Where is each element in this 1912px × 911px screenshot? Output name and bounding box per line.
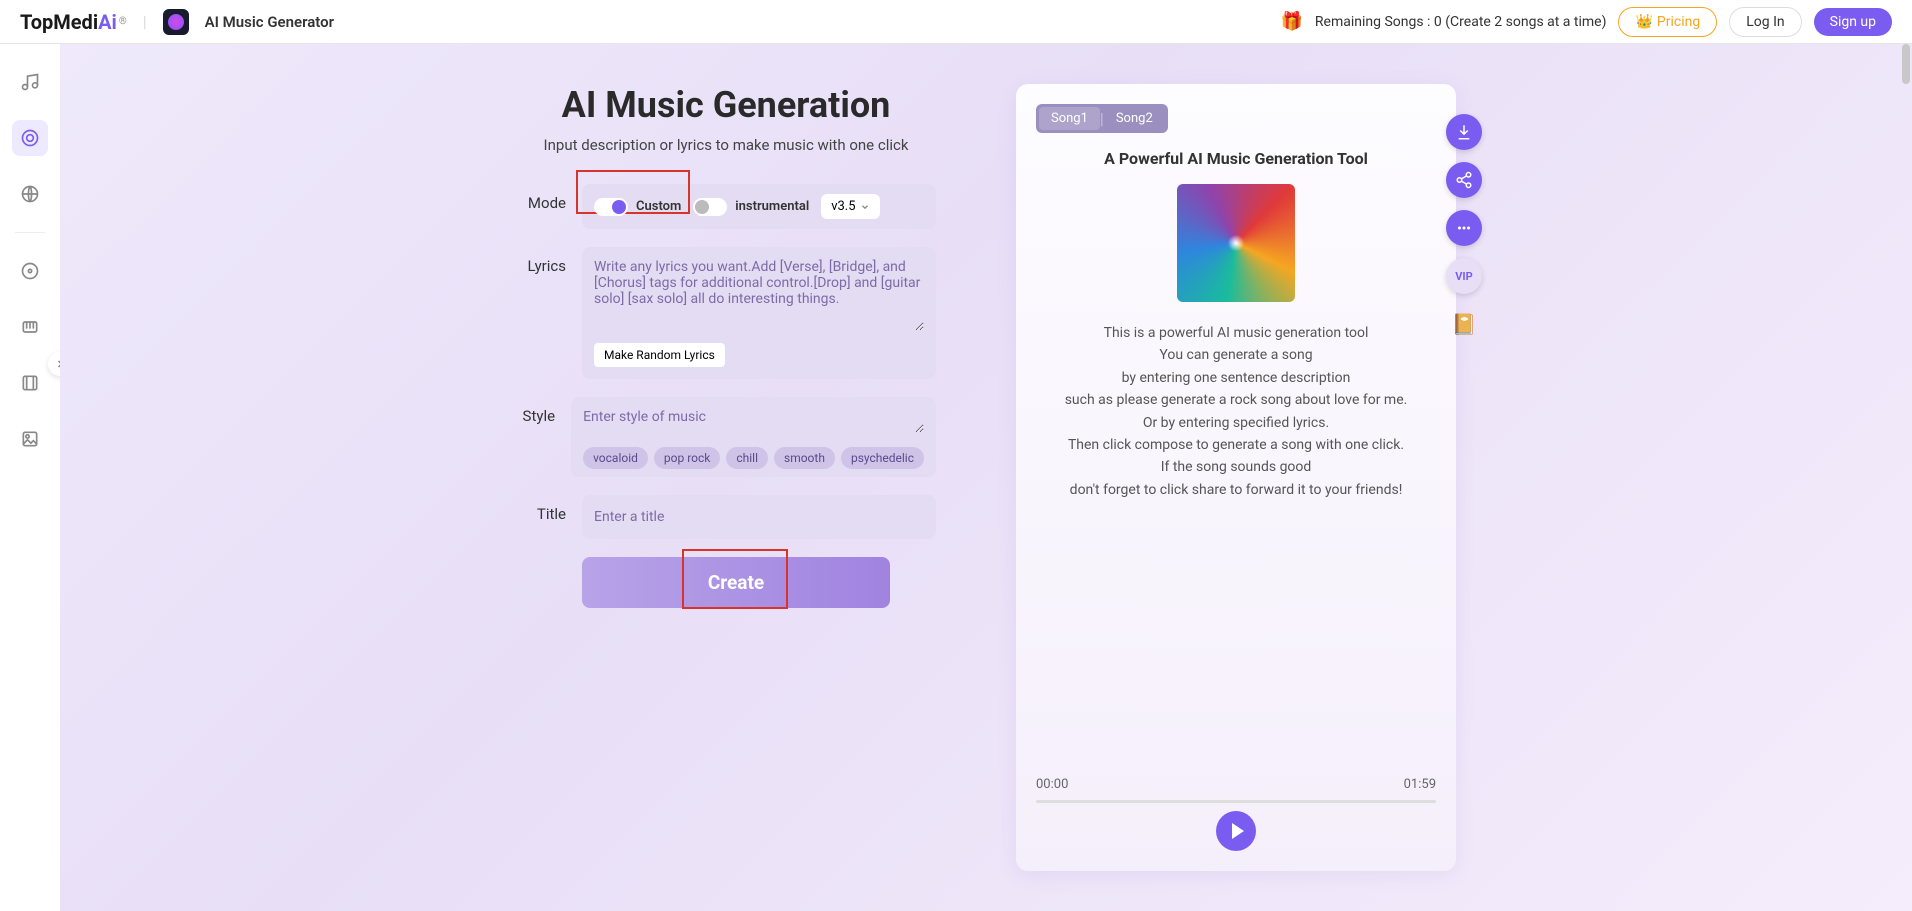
style-box: vocaloid pop rock chill smooth psychedel… [571, 397, 936, 477]
page-subtitle: Input description or lyrics to make musi… [544, 136, 909, 154]
style-tag[interactable]: vocaloid [583, 447, 648, 469]
player: 00:00 01:59 [1036, 757, 1436, 851]
sidebar-item-piano[interactable] [12, 309, 48, 345]
style-tag[interactable]: smooth [774, 447, 835, 469]
crown-icon: 👑 [1635, 14, 1652, 30]
app-name: AI Music Generator [205, 13, 334, 31]
share-button[interactable] [1446, 162, 1482, 198]
logo-text-main: TopMedi [20, 10, 98, 34]
version-select[interactable]: v3.5 [821, 194, 879, 219]
header: TopMediAi® | AI Music Generator 🎁 Remain… [0, 0, 1912, 44]
book-icon: 📔 [1452, 312, 1477, 336]
more-icon [1455, 219, 1473, 237]
style-input[interactable] [583, 409, 924, 433]
sidebar-item-library[interactable] [12, 365, 48, 401]
page-title: AI Music Generation [562, 84, 891, 126]
sidebar-item-image[interactable] [12, 421, 48, 457]
lyrics-box: Make Random Lyrics [582, 247, 936, 379]
play-button[interactable] [1216, 811, 1256, 851]
sidebar [0, 44, 60, 911]
header-right: 🎁 Remaining Songs : 0 (Create 2 songs at… [1280, 7, 1892, 37]
style-tags: vocaloid pop rock chill smooth psychedel… [583, 447, 924, 469]
divider: | [143, 12, 147, 31]
title-input[interactable] [582, 495, 936, 539]
preview-title: A Powerful AI Music Generation Tool [1036, 149, 1436, 168]
gift-icon[interactable]: 🎁 [1280, 11, 1302, 32]
sidebar-item-globe[interactable] [12, 176, 48, 212]
instrumental-toggle-switch[interactable] [693, 198, 727, 216]
signup-button[interactable]: Sign up [1814, 8, 1892, 36]
preview-panel: Song1 | Song2 A Powerful AI Music Genera… [1016, 84, 1456, 871]
main-area: AI Music Generation Input description or… [60, 44, 1912, 911]
download-icon [1455, 123, 1473, 141]
sidebar-separator [15, 232, 45, 233]
tab-song1[interactable]: Song1 [1039, 107, 1100, 130]
instrumental-toggle[interactable]: instrumental [693, 198, 809, 216]
style-label: Style [516, 397, 555, 425]
album-art [1177, 184, 1295, 302]
app-icon [163, 9, 189, 35]
style-tag[interactable]: chill [726, 447, 768, 469]
header-left: TopMediAi® | AI Music Generator [20, 9, 334, 35]
scrollbar[interactable] [1902, 44, 1910, 84]
pricing-button[interactable]: 👑 Pricing [1618, 7, 1717, 37]
tab-song2[interactable]: Song2 [1104, 107, 1165, 130]
share-icon [1455, 171, 1473, 189]
logo[interactable]: TopMediAi® [20, 10, 127, 34]
preview-description: This is a powerful AI music generation t… [1036, 322, 1436, 501]
title-label: Title [516, 495, 566, 523]
time-current: 00:00 [1036, 777, 1068, 792]
style-tag[interactable]: psychedelic [841, 447, 924, 469]
play-icon [1232, 823, 1244, 839]
mode-controls: Custom instrumental v3.5 [582, 184, 936, 229]
style-tag[interactable]: pop rock [654, 447, 720, 469]
logo-reg: ® [119, 16, 127, 27]
login-button[interactable]: Log In [1729, 7, 1801, 37]
sidebar-item-disc[interactable] [12, 253, 48, 289]
create-button[interactable]: Create [582, 557, 890, 608]
vip-button[interactable]: VIP [1446, 258, 1482, 294]
logo-text-ai: Ai [98, 10, 117, 34]
more-button[interactable] [1446, 210, 1482, 246]
form-panel: AI Music Generation Input description or… [516, 84, 936, 871]
sidebar-item-generate[interactable] [12, 120, 48, 156]
download-button[interactable] [1446, 114, 1482, 150]
mode-label: Mode [516, 184, 566, 212]
preview-side-buttons: VIP 📔 [1446, 114, 1482, 342]
lyrics-input[interactable] [594, 259, 924, 331]
time-total: 01:59 [1404, 777, 1436, 792]
sidebar-item-music[interactable] [12, 64, 48, 100]
lyrics-label: Lyrics [516, 247, 566, 275]
custom-toggle-switch[interactable] [594, 198, 628, 216]
custom-toggle[interactable]: Custom [594, 198, 681, 216]
book-button[interactable]: 📔 [1446, 306, 1482, 342]
song-tabs: Song1 | Song2 [1036, 104, 1168, 133]
chevron-down-icon [860, 202, 870, 212]
progress-bar[interactable] [1036, 800, 1436, 803]
remaining-songs: Remaining Songs : 0 (Create 2 songs at a… [1315, 14, 1607, 30]
make-random-lyrics-button[interactable]: Make Random Lyrics [594, 343, 725, 367]
